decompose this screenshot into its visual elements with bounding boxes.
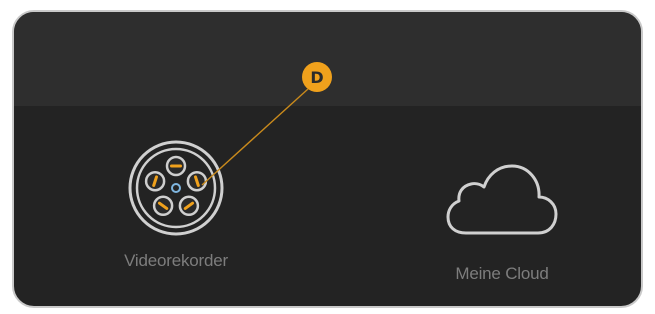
media-panel: Videorekorder Meine Cloud (12, 10, 643, 308)
callout-badge: D (302, 62, 332, 92)
cloud-icon (446, 164, 558, 235)
panel-header-band (14, 12, 641, 106)
videorekorder-tile[interactable]: Videorekorder (96, 138, 256, 271)
film-reel-icon (128, 140, 224, 236)
videorekorder-label: Videorekorder (124, 251, 228, 270)
meine-cloud-tile[interactable]: Meine Cloud (422, 160, 582, 284)
meine-cloud-label: Meine Cloud (455, 264, 549, 283)
